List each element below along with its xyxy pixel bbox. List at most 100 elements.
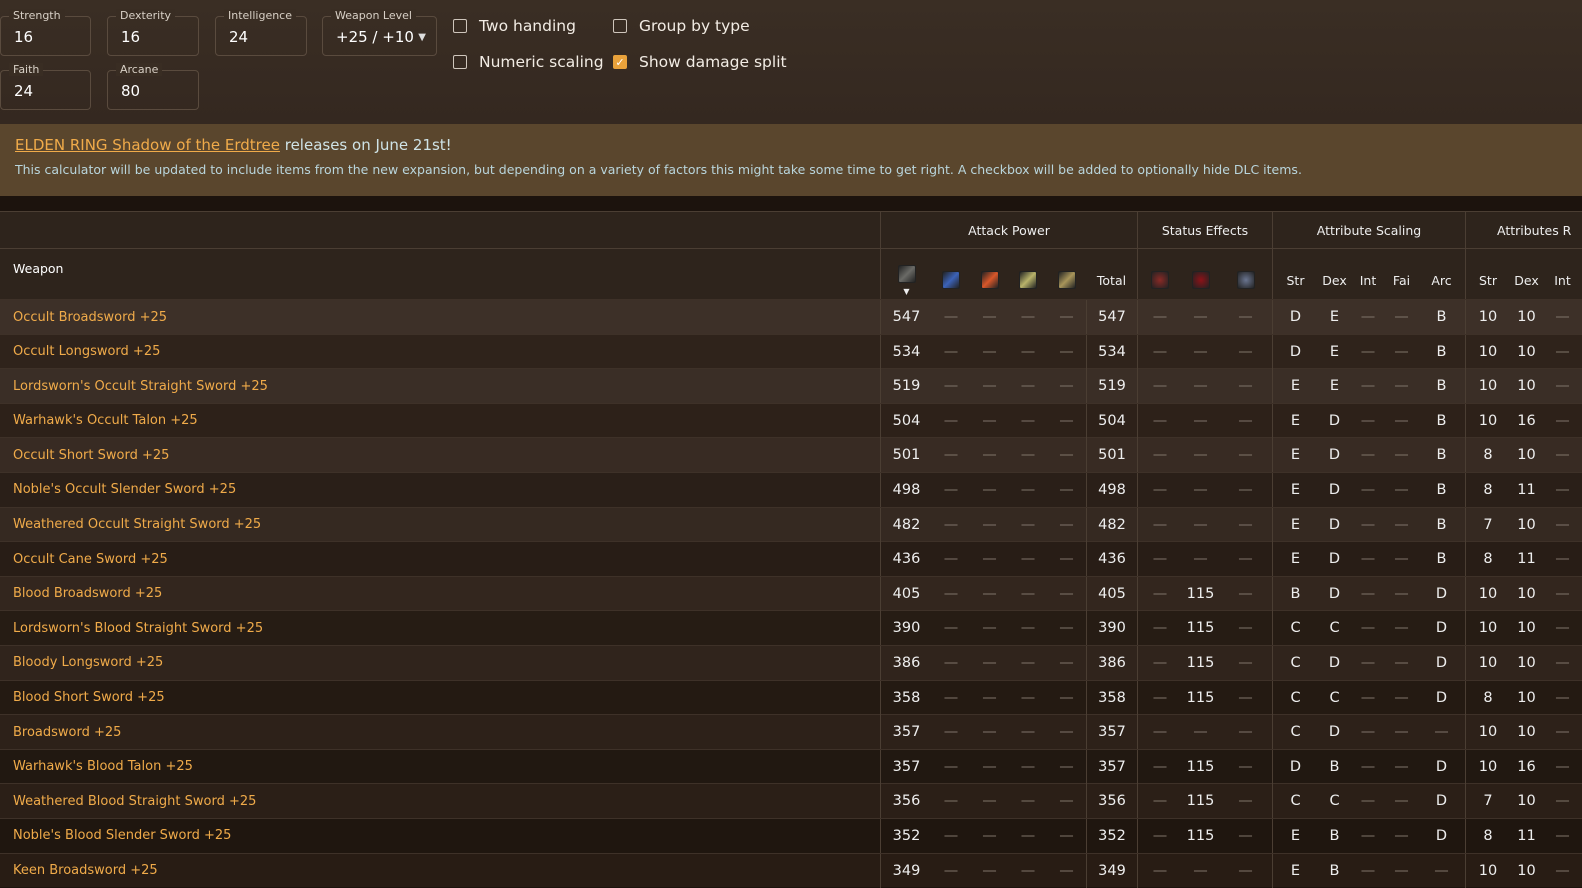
table-cell: 7	[1465, 784, 1510, 819]
table-cell: —	[1238, 654, 1253, 671]
table-row[interactable]: Lordsworn's Occult Straight Sword +25 519…	[0, 368, 1582, 404]
table-row[interactable]: Blood Short Sword +25 358— — — —358—115— C C — —…	[0, 679, 1582, 715]
group-by-type-checkbox[interactable]: Group by type	[613, 17, 750, 35]
table-cell: 11	[1517, 827, 1536, 844]
table-cell: —	[943, 654, 959, 671]
table-cell: 115	[1186, 689, 1215, 706]
table-cell: —	[1059, 481, 1074, 498]
weapon-name-link[interactable]: Weathered Occult Straight Sword +25	[0, 508, 880, 542]
ap-column-header[interactable]: ▼	[880, 249, 932, 299]
table-cell: —	[982, 309, 997, 325]
weapon-name-link[interactable]: Broadsword +25	[0, 715, 880, 749]
table-row[interactable]: Broadsword +25 357— — — —357— — — C D — — —10 10—	[0, 714, 1582, 750]
weapon-name-link[interactable]: Weathered Blood Straight Sword +25	[0, 784, 880, 818]
table-cell: —	[1555, 309, 1570, 325]
table-row[interactable]: Bloody Longsword +25 386— — — —386—115— C D — — D…	[0, 644, 1582, 680]
table-cell: —	[1360, 481, 1376, 498]
table-row[interactable]: Noble's Occult Slender Sword +25 498— — — —4…	[0, 471, 1582, 507]
ap-column-header[interactable]	[1047, 249, 1086, 299]
table-cell: 10	[1465, 853, 1510, 888]
ap-column-header[interactable]	[1009, 249, 1047, 299]
total-column-header[interactable]: Total	[1086, 249, 1137, 299]
table-cell: D	[1435, 758, 1448, 775]
attribute-column-header[interactable]: Int	[1543, 249, 1582, 299]
scaling-column-header[interactable]: Fai	[1385, 249, 1418, 299]
weapon-name-link[interactable]: Occult Broadsword +25	[0, 300, 880, 334]
weapon-name-link[interactable]: Warhawk's Occult Talon +25	[0, 404, 880, 438]
ap-column-header[interactable]	[932, 249, 970, 299]
status-column-header[interactable]	[1182, 249, 1219, 299]
table-cell: —	[1020, 378, 1036, 395]
ap-column-header[interactable]	[970, 249, 1009, 299]
table-cell: D	[1435, 654, 1448, 671]
table-cell: B	[1436, 343, 1447, 360]
table-cell: B	[1436, 309, 1447, 325]
weapon-level-select[interactable]: Weapon Level +25 / +10 ▼	[322, 9, 437, 56]
table-row[interactable]: Occult Short Sword +25 501— — — —501— — — E D — — B…	[0, 437, 1582, 473]
scaling-column-header[interactable]: Dex	[1318, 249, 1351, 299]
weapon-name-link[interactable]: Lordsworn's Blood Straight Sword +25	[0, 611, 880, 645]
table-cell: —	[1020, 862, 1036, 879]
numeric-scaling-checkbox[interactable]: Numeric scaling	[453, 53, 604, 71]
table-row[interactable]: Lordsworn's Blood Straight Sword +25 390—…	[0, 610, 1582, 646]
weapon-name-link[interactable]: Noble's Occult Slender Sword +25	[0, 473, 880, 507]
two-handing-checkbox[interactable]: Two handing	[453, 17, 576, 35]
table-cell: —	[1059, 309, 1074, 325]
attribute-column-header[interactable]: Str	[1465, 249, 1510, 299]
table-row[interactable]: Blood Broadsword +25 405— — — —405—115— B D — — D…	[0, 575, 1582, 611]
weapon-name-link[interactable]: Bloody Longsword +25	[0, 646, 880, 680]
weapon-name-link[interactable]: Occult Short Sword +25	[0, 438, 880, 472]
table-row[interactable]: Warhawk's Blood Talon +25 357— — — —357—115—…	[0, 748, 1582, 784]
table-cell: —	[1238, 793, 1253, 810]
table-cell: —	[982, 343, 997, 360]
weapon-name-link[interactable]: Occult Longsword +25	[0, 335, 880, 369]
weapon-name-link[interactable]: Lordsworn's Occult Straight Sword +25	[0, 369, 880, 403]
erdtree-link[interactable]: ELDEN RING Shadow of the Erdtree	[15, 136, 280, 154]
table-row[interactable]: Warhawk's Occult Talon +25 504— — — —504— — — E…	[0, 402, 1582, 438]
table-cell: —	[1360, 862, 1376, 879]
scaling-column-header[interactable]: Int	[1351, 249, 1385, 299]
weapon-name-link[interactable]: Blood Short Sword +25	[0, 681, 880, 715]
table-row[interactable]: Occult Broadsword +25 547— — — —547— — — D E — — B 1…	[0, 299, 1582, 334]
table-cell: —	[982, 516, 997, 533]
table-cell: —	[982, 620, 997, 637]
table-cell: —	[1020, 585, 1036, 602]
banner-description: This calculator will be updated to inclu…	[15, 162, 1302, 177]
status-column-header[interactable]	[1137, 249, 1182, 299]
arcane-field[interactable]: Arcane 80	[107, 63, 199, 110]
table-cell: —	[1137, 438, 1182, 473]
table-row[interactable]: Weathered Occult Straight Sword +25 482— —…	[0, 506, 1582, 542]
table-cell: 482	[1086, 507, 1137, 542]
table-row[interactable]: Keen Broadsword +25 349— — — —349— — — E B — — —10 1…	[0, 852, 1582, 888]
table-cell: E	[1272, 507, 1318, 542]
show-damage-split-checkbox[interactable]: ✓ Show damage split	[613, 53, 787, 71]
table-cell: —	[1059, 724, 1074, 741]
faith-field[interactable]: Faith 24	[0, 63, 91, 110]
weapon-name-link[interactable]: Occult Cane Sword +25	[0, 542, 880, 576]
intelligence-field[interactable]: Intelligence 24	[215, 9, 307, 56]
weapon-name-link[interactable]: Noble's Blood Slender Sword +25	[0, 819, 880, 853]
table-row[interactable]: Occult Longsword +25 534— — — —534— — — D E — — B 10…	[0, 333, 1582, 369]
weapon-column-header[interactable]: Weapon	[0, 249, 880, 299]
table-row[interactable]: Occult Cane Sword +25 436— — — —436— — — E D — — B 8…	[0, 541, 1582, 577]
table-cell: 356	[1086, 784, 1137, 819]
table-cell: —	[943, 551, 959, 568]
weapon-name-link[interactable]: Blood Broadsword +25	[0, 577, 880, 611]
table-cell: —	[1020, 654, 1036, 671]
table-row[interactable]: Weathered Blood Straight Sword +25 356— — —…	[0, 783, 1582, 819]
weapon-name-link[interactable]: Warhawk's Blood Talon +25	[0, 750, 880, 784]
table-cell: —	[1434, 862, 1449, 879]
table-cell: —	[943, 620, 959, 637]
settings-panel: Strength 16 Dexterity 16 Intelligence 24 We…	[0, 0, 1582, 124]
scaling-column-header[interactable]: Arc	[1418, 249, 1465, 299]
status-column-header[interactable]	[1219, 249, 1272, 299]
weapon-name-link[interactable]: Keen Broadsword +25	[0, 854, 880, 888]
table-cell: 10	[1465, 334, 1510, 369]
strength-field[interactable]: Strength 16	[0, 9, 91, 56]
table-cell: —	[943, 343, 959, 360]
table-cell: E	[1272, 853, 1318, 888]
dexterity-field[interactable]: Dexterity 16	[107, 9, 199, 56]
scaling-column-header[interactable]: Str	[1272, 249, 1318, 299]
table-row[interactable]: Noble's Blood Slender Sword +25 352— — — —35…	[0, 817, 1582, 853]
attribute-column-header[interactable]: Dex	[1510, 249, 1543, 299]
